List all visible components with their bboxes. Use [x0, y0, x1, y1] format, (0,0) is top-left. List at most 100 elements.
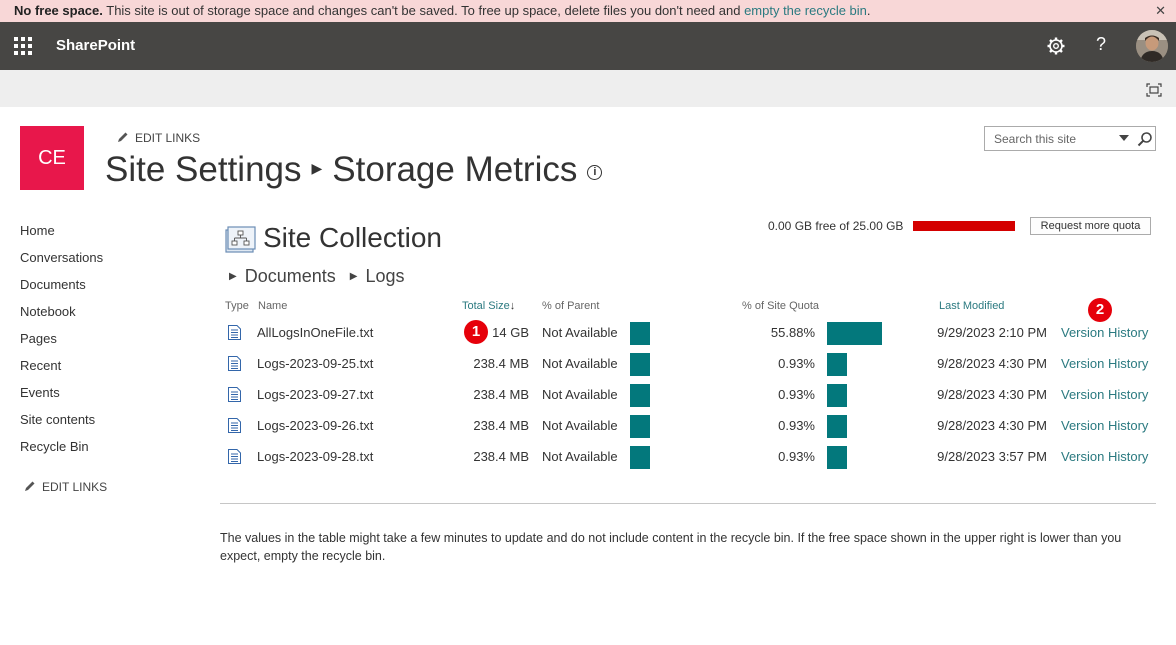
file-size: 238.4 MB — [473, 387, 529, 402]
file-size: 238.4 MB — [473, 418, 529, 433]
nav-item-documents[interactable]: Documents — [20, 276, 103, 303]
search-input[interactable] — [985, 127, 1115, 150]
last-modified: 9/28/2023 3:57 PM — [937, 449, 1047, 464]
request-more-quota-button[interactable]: Request more quota — [1030, 217, 1151, 235]
percent-of-parent-bar — [630, 415, 650, 438]
text-file-icon[interactable] — [228, 387, 241, 402]
percent-of-parent-bar — [630, 322, 650, 345]
storage-warning-banner: No free space. This site is out of stora… — [0, 0, 1176, 22]
text-file-icon[interactable] — [228, 418, 241, 433]
table-row: Logs-2023-09-27.txt 238.4 MB Not Available… — [0, 384, 1176, 417]
percent-of-parent: Not Available — [542, 387, 618, 402]
breadcrumb: ▶ Documents ▶ Logs — [229, 266, 405, 287]
percent-of-parent: Not Available — [542, 418, 618, 433]
percent-of-parent: Not Available — [542, 325, 618, 340]
percent-of-site-quota: 0.93% — [778, 356, 815, 371]
percent-of-site-quota-bar — [827, 446, 847, 469]
pencil-icon — [118, 132, 128, 142]
app-launcher-icon[interactable] — [14, 37, 32, 55]
percent-of-site-quota-bar — [827, 384, 847, 407]
ribbon — [0, 70, 1176, 107]
breadcrumb-documents[interactable]: Documents — [245, 266, 336, 286]
version-history-link[interactable]: Version History — [1061, 386, 1148, 404]
breadcrumb-logs[interactable]: Logs — [365, 266, 404, 286]
site-logo[interactable]: CE — [20, 126, 84, 190]
percent-of-parent: Not Available — [542, 356, 618, 371]
version-history-link[interactable]: Version History — [1061, 355, 1148, 373]
edit-links-label: EDIT LINKS — [42, 480, 108, 494]
quota-text: 0.00 GB free of 25.00 GB — [768, 219, 904, 233]
divider — [220, 503, 1156, 504]
banner-text: This site is out of storage space and ch… — [102, 3, 745, 18]
text-file-icon[interactable] — [228, 449, 241, 464]
edit-links-nav[interactable]: EDIT LINKS — [24, 480, 107, 494]
percent-of-parent-bar — [630, 353, 650, 376]
column-header-type: Type — [225, 300, 249, 312]
file-name[interactable]: Logs-2023-09-26.txt — [257, 417, 373, 435]
version-history-link[interactable]: Version History — [1061, 324, 1148, 342]
column-header-total-size[interactable]: Total Size↓ — [462, 300, 515, 312]
brand-name[interactable]: SharePoint — [56, 22, 135, 70]
file-name[interactable]: Logs-2023-09-25.txt — [257, 355, 373, 373]
percent-of-site-quota: 0.93% — [778, 449, 815, 464]
file-name[interactable]: Logs-2023-09-27.txt — [257, 386, 373, 404]
table-row: Logs-2023-09-25.txt 238.4 MB Not Available… — [0, 353, 1176, 386]
title-site-settings[interactable]: Site Settings — [105, 150, 302, 189]
last-modified: 9/29/2023 2:10 PM — [937, 325, 1047, 340]
percent-of-site-quota: 0.93% — [778, 418, 815, 433]
search-icon[interactable] — [1137, 131, 1153, 147]
column-header-last-modified[interactable]: Last Modified — [939, 300, 1004, 312]
banner-bold-text: No free space. — [14, 3, 103, 18]
site-collection-icon — [225, 226, 256, 253]
column-header-percent-of-parent: % of Parent — [542, 300, 600, 312]
table-row: Logs-2023-09-26.txt 238.4 MB Not Available… — [0, 415, 1176, 448]
percent-of-site-quota-bar — [827, 415, 847, 438]
quota-usage-bar — [913, 221, 1015, 231]
version-history-link[interactable]: Version History — [1061, 417, 1148, 435]
text-file-icon[interactable] — [228, 325, 241, 340]
banner-end: . — [866, 3, 871, 18]
percent-of-site-quota: 55.88% — [770, 325, 815, 340]
nav-item-home[interactable]: Home — [20, 222, 103, 249]
nav-item-conversations[interactable]: Conversations — [20, 249, 103, 276]
edit-links-top[interactable]: EDIT LINKS — [117, 131, 200, 145]
breadcrumb-arrow-icon: ▶ — [229, 271, 237, 282]
file-name[interactable]: AllLogsInOneFile.txt — [257, 324, 373, 342]
suite-bar: SharePoint ? — [0, 22, 1176, 70]
search-scope-dropdown-icon[interactable] — [1119, 135, 1129, 141]
total-size-label: Total Size — [462, 300, 510, 312]
percent-of-parent-bar — [630, 384, 650, 407]
edit-links-label: EDIT LINKS — [135, 131, 201, 145]
last-modified: 9/28/2023 4:30 PM — [937, 387, 1047, 402]
avatar[interactable] — [1136, 30, 1168, 62]
focus-mode-icon[interactable] — [1146, 83, 1162, 97]
percent-of-site-quota: 0.93% — [778, 387, 815, 402]
version-history-link[interactable]: Version History — [1061, 448, 1148, 466]
empty-recycle-bin-link[interactable]: empty the recycle bin — [744, 3, 867, 18]
column-header-name: Name — [258, 300, 288, 312]
site-collection-heading: Site Collection — [263, 222, 442, 253]
percent-of-parent-bar — [630, 446, 650, 469]
file-size: 14 GB — [492, 325, 529, 340]
table-row: AllLogsInOneFile.txt 14 GB Not Available 55… — [0, 322, 1176, 355]
file-size: 238.4 MB — [473, 449, 529, 464]
sort-descending-icon: ↓ — [509, 300, 516, 312]
column-header-percent-of-site-quota: % of Site Quota — [742, 300, 820, 312]
page-title: Site Settings ▶ Storage Metrics i — [105, 150, 603, 190]
breadcrumb-arrow-icon: ▶ — [311, 160, 323, 176]
table-row: Logs-2023-09-28.txt 238.4 MB Not Available… — [0, 446, 1176, 479]
gear-icon[interactable] — [1046, 36, 1066, 56]
breadcrumb-arrow-icon: ▶ — [349, 271, 358, 282]
search-box — [984, 126, 1156, 151]
text-file-icon[interactable] — [228, 356, 241, 371]
info-icon[interactable]: i — [587, 165, 603, 180]
help-icon[interactable]: ? — [1096, 34, 1106, 55]
annotation-badge-2: 2 — [1088, 298, 1112, 322]
close-icon[interactable]: ✕ — [1155, 0, 1166, 22]
title-storage-metrics: Storage Metrics — [332, 150, 578, 189]
percent-of-site-quota-bar — [827, 353, 847, 376]
file-name[interactable]: Logs-2023-09-28.txt — [257, 448, 373, 466]
pencil-icon — [25, 481, 35, 491]
percent-of-parent: Not Available — [542, 449, 618, 464]
footer-note: The values in the table might take a few… — [220, 531, 1122, 563]
